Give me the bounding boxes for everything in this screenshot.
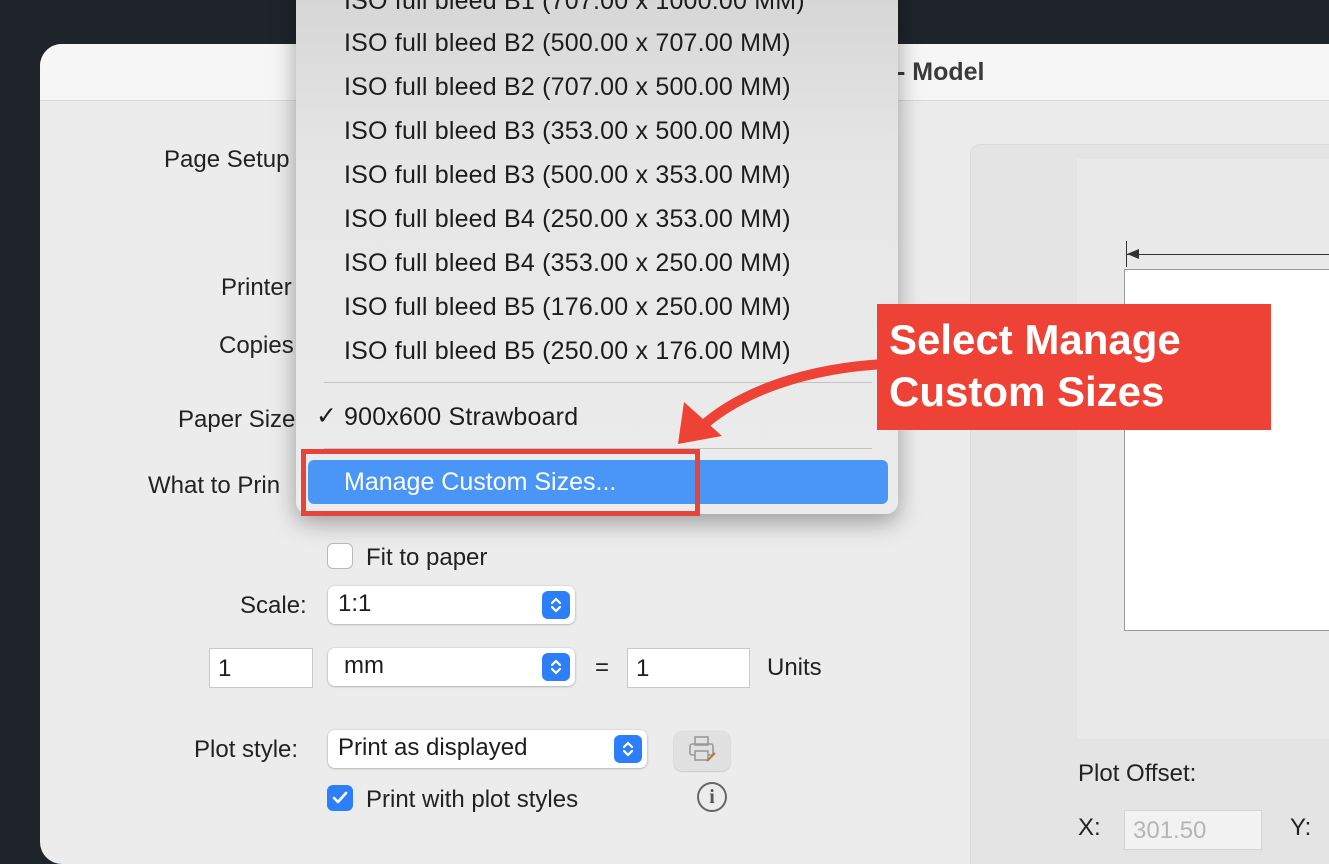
scale-value: 1:1 (338, 590, 372, 617)
units-right-field[interactable]: 1 (627, 648, 750, 688)
preview-area (1077, 159, 1329, 739)
fit-to-paper-label: Fit to paper (366, 544, 488, 571)
plot-style-value: Print as displayed (338, 734, 528, 761)
printer-edit-icon (687, 735, 717, 768)
equals-sign: = (595, 654, 610, 681)
callout-arrow-icon (678, 359, 890, 444)
callout-line-2: Custom Sizes (889, 368, 1165, 415)
menu-item[interactable]: ISO full bleed B3 (353.00 x 500.00 MM) (344, 117, 791, 146)
scale-select[interactable]: 1:1 (328, 586, 575, 624)
menu-item[interactable]: ISO full bleed B4 (353.00 x 250.00 MM) (344, 249, 791, 278)
unit-stepper-icon (542, 653, 570, 681)
print-with-plot-styles-label: Print with plot styles (366, 786, 579, 813)
page-setup-label: Page Setup (164, 146, 290, 173)
highlight-box (301, 449, 700, 516)
callout-line-1: Select Manage (889, 316, 1181, 363)
menu-item[interactable]: ISO full bleed B1 (707.00 x 1000.00 MM) (344, 0, 805, 16)
menu-item[interactable]: ISO full bleed B5 (176.00 x 250.00 MM) (344, 293, 791, 322)
copies-label: Copies (219, 332, 294, 359)
print-with-plot-styles-checkbox[interactable] (327, 785, 353, 811)
checkmark-icon (332, 791, 348, 804)
preview-panel (970, 144, 1329, 864)
menu-item[interactable]: ISO full bleed B2 (707.00 x 500.00 MM) (344, 73, 791, 102)
plot-offset-y-label: Y: (1290, 814, 1312, 841)
edit-plot-style-button[interactable] (674, 731, 730, 771)
plot-style-stepper-icon (614, 735, 642, 763)
menu-item[interactable]: ISO full bleed B2 (500.00 x 707.00 MM) (344, 29, 791, 58)
scale-stepper-icon (542, 591, 570, 619)
unit-select[interactable]: mm (328, 648, 575, 686)
paper-size-label: Paper Size (178, 406, 296, 433)
units-label: Units (767, 654, 822, 681)
dimension-arrow-icon (1127, 249, 1139, 259)
fit-to-paper-checkbox[interactable] (327, 543, 353, 569)
menu-item[interactable]: ISO full bleed B3 (500.00 x 353.00 MM) (344, 161, 791, 190)
menu-item-selected[interactable]: 900x600 Strawboard (344, 403, 578, 432)
unit-select-value: mm (344, 652, 384, 679)
checkmark-icon: ✓ (316, 402, 337, 430)
printer-label: Printer (221, 274, 292, 301)
units-left-field[interactable]: 1 (209, 648, 313, 688)
plot-offset-label: Plot Offset: (1078, 760, 1197, 787)
instruction-callout: Select Manage Custom Sizes (877, 304, 1271, 430)
plot-style-select[interactable]: Print as displayed (328, 730, 647, 768)
plot-offset-x-field[interactable]: 301.50 (1124, 810, 1262, 850)
dimension-line (1126, 254, 1329, 255)
plot-offset-x-label: X: (1078, 814, 1101, 841)
menu-item[interactable]: ISO full bleed B4 (250.00 x 353.00 MM) (344, 205, 791, 234)
scale-label: Scale: (240, 592, 307, 619)
what-to-print-label: What to Prin (148, 472, 281, 499)
info-icon[interactable]: i (697, 782, 727, 812)
plot-style-label: Plot style: (194, 736, 299, 763)
window-title: - Model (897, 58, 985, 86)
